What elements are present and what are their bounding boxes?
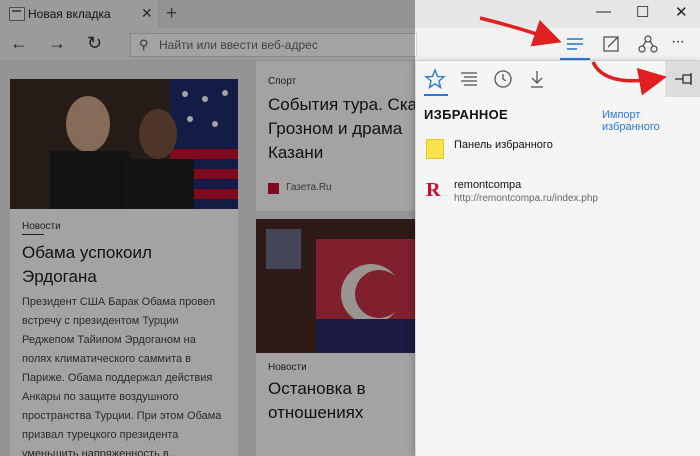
minimize-button[interactable]: —	[596, 3, 611, 20]
pin-pane-button[interactable]	[665, 61, 700, 97]
favorite-name: Панель избранного	[454, 139, 553, 151]
web-note-icon[interactable]	[598, 32, 624, 56]
hub-icon[interactable]	[562, 32, 588, 56]
maximize-button[interactable]: ☐	[636, 3, 649, 21]
pin-icon	[675, 73, 692, 85]
favorite-item[interactable]: R remontcompa http://remontcompa.ru/inde…	[426, 179, 696, 209]
favorites-star-icon[interactable]	[422, 67, 448, 91]
hub-tabs	[416, 61, 700, 97]
favorite-name: remontcompa	[454, 179, 522, 191]
folder-icon	[426, 139, 444, 159]
share-icon[interactable]	[635, 32, 661, 56]
dim-overlay	[0, 0, 415, 456]
close-window-button[interactable]: ✕	[675, 3, 688, 21]
more-button[interactable]: ···	[671, 33, 685, 51]
favorite-url: http://remontcompa.ru/index.php	[454, 193, 598, 204]
active-tab-indicator	[424, 94, 448, 96]
reading-list-icon[interactable]	[456, 67, 482, 91]
downloads-icon[interactable]	[524, 67, 550, 91]
import-favorites-link[interactable]: Импорт избранного	[602, 109, 700, 133]
hub-pane: ИЗБРАННОЕ Импорт избранного Панель избра…	[415, 61, 700, 456]
hub-active-indicator	[560, 58, 590, 60]
history-icon[interactable]	[490, 67, 516, 91]
favorites-bar-folder[interactable]: Панель избранного	[426, 139, 696, 163]
site-favicon-icon: R	[426, 179, 441, 201]
browser-window: Новая вкладка ✕ + — ☐ ✕ ← → ↻ ⚲ ···	[0, 0, 700, 456]
hub-title: ИЗБРАННОЕ	[424, 107, 509, 122]
